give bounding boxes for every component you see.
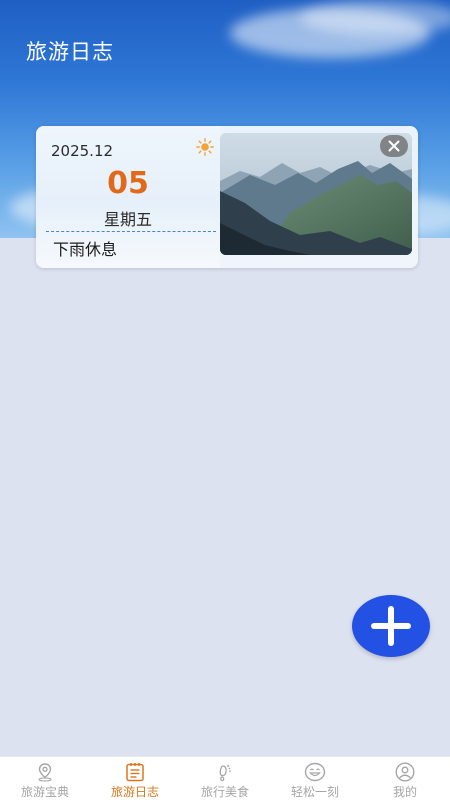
entry-date-panel: 2025.12 05 星期五 下雨休息 [36, 126, 220, 268]
plus-icon [371, 606, 411, 646]
journal-entry-card[interactable]: 2025.12 05 星期五 下雨休息 [36, 126, 418, 268]
tab-travel-food[interactable]: 旅行美食 [180, 757, 270, 800]
sun-icon [196, 138, 214, 156]
entry-weekday: 星期五 [103, 210, 152, 229]
tab-travel-journal[interactable]: 旅游日志 [90, 757, 180, 800]
map-pin-icon [38, 763, 52, 782]
tab-label: 我的 [392, 785, 417, 799]
page-title: 旅游日志 [26, 40, 114, 64]
entry-day: 05 [107, 166, 149, 201]
tab-profile[interactable]: 我的 [360, 757, 450, 800]
tab-travel-guide[interactable]: 旅游宝典 [0, 757, 90, 800]
bottom-tab-bar: 旅游宝典 旅游日志 旅行美食 轻松一刻 我的 [0, 756, 450, 800]
dashed-divider [46, 231, 216, 232]
close-icon [388, 140, 400, 152]
entry-year-month: 2025.12 [51, 142, 114, 160]
notebook-icon [126, 763, 144, 782]
add-entry-button[interactable] [352, 595, 430, 657]
tab-label: 旅游宝典 [20, 785, 69, 799]
tab-relax-moment[interactable]: 轻松一刻 [270, 757, 360, 800]
user-icon [395, 762, 415, 782]
smile-icon [304, 762, 326, 782]
footprint-icon [219, 765, 231, 782]
tab-label: 轻松一刻 [290, 785, 339, 799]
entry-note: 下雨休息 [53, 240, 118, 259]
tab-label: 旅游日志 [110, 785, 159, 799]
delete-entry-button[interactable] [380, 135, 408, 157]
tab-label: 旅行美食 [200, 785, 249, 799]
cloud [300, 0, 450, 35]
